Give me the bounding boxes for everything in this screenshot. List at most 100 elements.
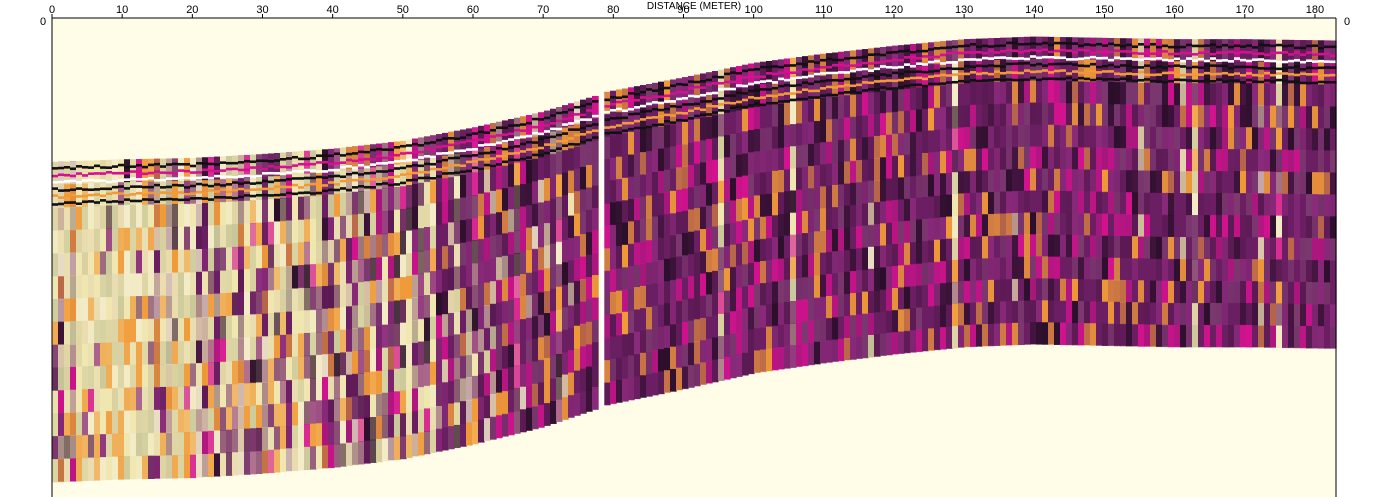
trace-segment xyxy=(328,444,335,469)
trace-segment xyxy=(1006,103,1013,126)
trace-segment xyxy=(1156,192,1163,216)
trace-segment xyxy=(574,303,581,327)
trace-segment xyxy=(466,286,473,310)
trace-segment xyxy=(166,226,173,251)
trace-segment xyxy=(1102,279,1109,303)
reflector-band xyxy=(760,75,767,79)
trace-segment xyxy=(136,410,143,434)
reflector-band xyxy=(514,145,521,148)
trace-segment xyxy=(1024,80,1031,104)
reflector-band xyxy=(190,192,197,195)
trace-segment xyxy=(154,227,161,251)
reflector-band xyxy=(292,177,299,180)
trace-segment xyxy=(682,143,689,167)
reflector-band xyxy=(100,166,107,169)
trace-segment xyxy=(352,328,359,352)
reflector-band xyxy=(1264,67,1271,70)
reflector-band xyxy=(1126,64,1133,67)
trace-segment xyxy=(766,215,773,239)
trace-segment xyxy=(940,261,947,284)
trace-segment xyxy=(1180,324,1187,348)
reflector-band xyxy=(520,129,527,132)
trace-segment xyxy=(922,86,929,110)
trace-segment xyxy=(172,455,179,479)
trace-segment xyxy=(478,216,485,240)
reflector-band xyxy=(340,179,347,183)
reflector-band xyxy=(652,107,659,111)
trace-segment xyxy=(700,117,707,141)
trace-segment xyxy=(706,116,713,140)
trace-segment xyxy=(232,201,239,225)
trace-segment xyxy=(976,170,983,193)
reflector-band xyxy=(208,189,215,192)
trace-segment xyxy=(874,135,881,159)
trace-segment xyxy=(1174,324,1181,348)
reflector-band xyxy=(760,88,767,91)
trace-segment xyxy=(1126,323,1133,347)
trace-segment xyxy=(1318,304,1325,327)
trace-segment xyxy=(1114,279,1121,303)
trace-segment xyxy=(94,457,101,481)
reflector-band xyxy=(682,103,689,106)
trace-segment xyxy=(688,209,695,233)
trace-segment xyxy=(898,309,905,332)
trace-segment xyxy=(70,275,77,299)
trace-segment xyxy=(1126,258,1133,281)
trace-segment xyxy=(268,290,275,314)
trace-segment xyxy=(664,169,671,193)
trace-segment xyxy=(910,154,917,177)
trace-segment xyxy=(1306,303,1313,327)
trace-segment xyxy=(1054,80,1061,104)
trace-segment xyxy=(802,100,809,124)
reflector-band xyxy=(1156,80,1163,83)
reflector-band xyxy=(688,117,695,120)
trace-segment xyxy=(730,178,737,201)
trace-segment xyxy=(418,409,425,433)
trace-segment xyxy=(400,413,407,437)
trace-segment xyxy=(904,264,911,288)
trace-segment xyxy=(604,337,611,361)
reflector-band xyxy=(124,187,131,190)
trace-segment xyxy=(796,322,803,345)
reflector-band xyxy=(334,188,341,192)
reflector-band xyxy=(802,88,809,91)
trace-segment xyxy=(1210,149,1217,172)
trace-segment xyxy=(1240,149,1247,172)
reflector-band xyxy=(1228,73,1235,76)
trace-segment xyxy=(208,225,215,249)
trace-segment xyxy=(412,206,419,230)
trace-segment xyxy=(970,192,977,216)
trace-segment xyxy=(1060,124,1067,148)
reflector-band xyxy=(640,96,647,99)
trace-segment xyxy=(346,328,353,353)
trace-segment xyxy=(982,82,989,105)
trace-segment xyxy=(76,320,83,345)
trace-segment xyxy=(592,319,599,343)
trace-segment xyxy=(370,280,377,304)
reflector-band xyxy=(922,70,929,74)
reflector-band xyxy=(994,78,1001,81)
reflector-band xyxy=(1192,74,1199,77)
trace-segment xyxy=(814,275,821,299)
reflector-band xyxy=(214,174,221,178)
trace-segment xyxy=(766,171,773,195)
reflector-band xyxy=(574,119,581,123)
trace-segment xyxy=(538,247,545,271)
trace-segment xyxy=(1030,190,1037,213)
reflector-band xyxy=(934,69,941,73)
reflector-band xyxy=(424,176,431,180)
trace-segment xyxy=(364,440,371,464)
trace-segment xyxy=(1012,81,1019,104)
reflector-band xyxy=(76,195,83,198)
trace-segment xyxy=(994,323,1001,347)
trace-segment xyxy=(988,126,995,149)
reflector-band xyxy=(616,100,623,104)
reflector-band xyxy=(406,158,413,162)
reflector-band xyxy=(382,162,389,165)
trace-segment xyxy=(628,288,635,312)
trace-segment xyxy=(1174,105,1181,128)
reflector-band xyxy=(892,66,899,69)
trace-segment xyxy=(412,342,419,366)
reflector-band xyxy=(556,127,563,131)
trace-segment xyxy=(712,315,719,338)
